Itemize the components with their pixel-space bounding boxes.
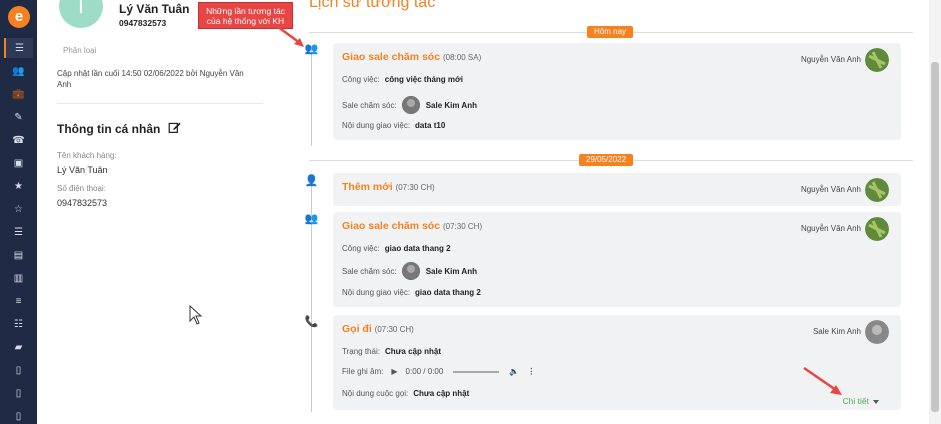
file-text-icon[interactable]: ▯ [4, 383, 33, 403]
timeline-card: Thêm mới (07:30 CH) Nguyễn Văn Anh [333, 173, 901, 206]
scrollbar[interactable] [929, 0, 941, 424]
timeline-card: Giao sale chăm sóc (08:00 SA) Nguyễn Văn… [333, 43, 901, 140]
audio-time: 0:00 / 0:00 [405, 367, 444, 376]
timeline-card: Gọi đi (07:30 CH) Sale Kim Anh Trạng thá… [333, 315, 901, 410]
phone-value: 0947832573 [57, 198, 108, 208]
play-icon[interactable]: ▶ [391, 367, 397, 376]
card-row: Nội dung giao việc: giao data thang 2 [342, 288, 481, 297]
annotation-callout: Những lần tương tác của hệ thống với KH [198, 2, 293, 29]
sale-avatar [401, 262, 420, 280]
audio-player[interactable]: ▶ 0:00 / 0:00 🔈 ⋮ [391, 367, 535, 376]
card-owner: Nguyễn Văn Anh [800, 224, 861, 233]
card-row: Nội dung cuộc gọi: Chưa cập nhật [342, 389, 470, 398]
card-owner: Sale Kim Anh [812, 327, 861, 336]
star-icon[interactable]: ☆ [4, 199, 33, 219]
owner-avatar [865, 320, 889, 344]
customer-avatar: T [59, 0, 103, 28]
file-lines-icon[interactable]: ▯ [4, 406, 33, 424]
card-owner: Nguyễn Văn Anh [800, 185, 861, 194]
card-row: Công việc: công việc tháng mới [342, 75, 463, 84]
contact-card-icon[interactable]: ▣ [4, 153, 33, 173]
edit-icon[interactable] [168, 121, 181, 134]
owner-avatar [865, 217, 889, 241]
scrollbar-thumb[interactable] [931, 62, 939, 412]
app-logo[interactable]: e [8, 6, 30, 28]
checklist-icon[interactable]: ☷ [4, 314, 33, 334]
customer-name: Lý Văn Tuân [119, 2, 190, 16]
sale-avatar [401, 96, 420, 114]
edit-doc-icon[interactable]: ✎ [4, 107, 33, 127]
list-icon[interactable]: ☰ [4, 38, 33, 58]
owner-avatar [865, 178, 889, 202]
card-title: Giao sale chăm sóc (08:00 SA) [342, 51, 482, 63]
last-updated-text: Cập nhật lần cuối 14:50 02/06/2022 bởi N… [57, 69, 244, 89]
date-badge: 29/05/2022 [579, 154, 634, 166]
timeline-line [311, 46, 312, 146]
outgoing-call-icon: 📞 [304, 316, 319, 328]
chart-icon[interactable]: ▥ [4, 268, 33, 288]
customer-name-value: Lý Văn Tuân [57, 165, 108, 175]
audio-row: File ghi âm: ▶ 0:00 / 0:00 🔈 ⋮ [342, 367, 536, 376]
mouse-cursor-icon [189, 305, 203, 325]
personal-info-title: Thông tin cá nhân [57, 122, 161, 136]
assign-sale-icon: 👥 [304, 43, 319, 55]
card-row: Nội dung giao việc: data t10 [342, 121, 446, 130]
page-title: Lịch sử tương tác [309, 0, 436, 11]
inbox-icon[interactable]: ▰ [4, 337, 33, 357]
users-icon[interactable]: 👥 [4, 61, 33, 81]
owner-avatar [865, 48, 889, 72]
card-row: Sale chăm sóc: Sale Kim Anh [342, 96, 477, 114]
card-row: Sale chăm sóc: Sale Kim Anh [342, 262, 477, 280]
sliders-icon[interactable]: ≡ [4, 291, 33, 311]
category-select[interactable]: Phân loại [63, 46, 96, 55]
card-owner: Nguyễn Văn Anh [800, 55, 861, 64]
divider [57, 103, 263, 104]
assign-sale-icon: 👥 [304, 213, 319, 225]
list-alt-icon[interactable]: ☰ [4, 222, 33, 242]
document-icon[interactable]: ▤ [4, 245, 33, 265]
timeline-card: Giao sale chăm sóc (07:30 CH) Nguyễn Văn… [333, 212, 901, 307]
file-icon[interactable]: ▯ [4, 360, 33, 380]
card-title: Giao sale chăm sóc (07:30 CH) [342, 220, 483, 232]
customer-name-label: Tên khách hàng: [57, 151, 117, 160]
customer-panel: T Lý Văn Tuân 0947832573 Phân loại Cập n… [37, 0, 277, 424]
interaction-history: Lịch sử tương tác Hôm nay 👥 Giao sale ch… [277, 0, 929, 424]
add-new-icon: 👤 [304, 175, 319, 187]
card-title: Gọi đi (07:30 CH) [342, 323, 414, 335]
briefcase-icon[interactable]: 💼 [4, 84, 33, 104]
audio-progress[interactable] [453, 370, 500, 373]
star-badge-icon[interactable]: ★ [4, 176, 33, 196]
card-row: Trạng thái: Chưa cập nhật [342, 347, 441, 356]
card-row: Công việc: giao data thang 2 [342, 244, 451, 253]
more-options-icon[interactable]: ⋮ [527, 367, 535, 376]
volume-icon[interactable]: 🔈 [509, 367, 519, 376]
phone-label: Số điện thoại: [57, 184, 106, 193]
sidebar: e ☰ 👥 💼 ✎ ☎ ▣ ★ ☆ ☰ ▤ ▥ ≡ ☷ ▰ ▯ ▯ ▯ [0, 0, 37, 424]
date-badge: Hôm nay [587, 26, 634, 38]
phone-book-icon[interactable]: ☎ [4, 130, 33, 150]
customer-phone: 0947832573 [119, 18, 167, 28]
card-title: Thêm mới (07:30 CH) [342, 181, 435, 193]
detail-link[interactable]: Chi tiết [843, 396, 879, 406]
